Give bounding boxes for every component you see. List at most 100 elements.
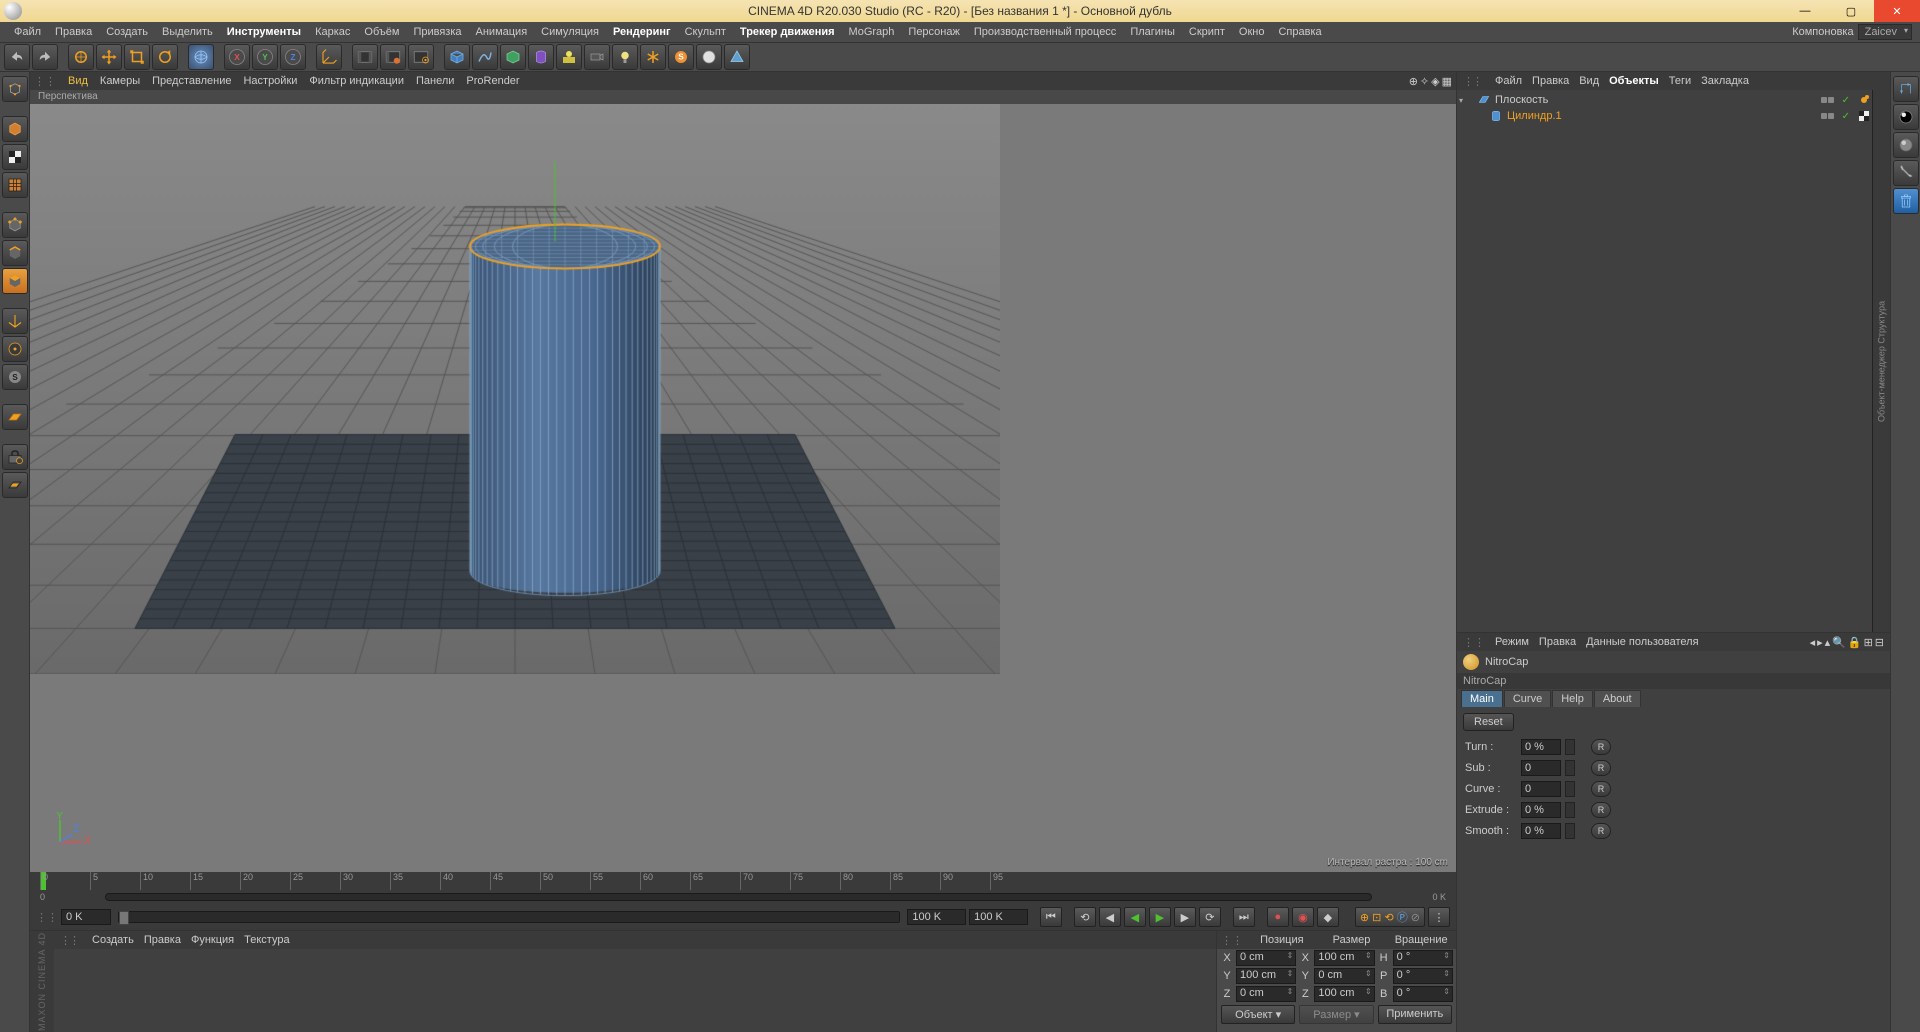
options-button[interactable]: ⋮	[1428, 907, 1450, 927]
spinner[interactable]	[1565, 760, 1575, 776]
om-menu-4[interactable]: Теги	[1669, 75, 1691, 87]
attr-new-icon[interactable]: ⊞	[1864, 636, 1873, 649]
lock-button[interactable]	[2, 444, 28, 470]
om-menu-5[interactable]: Закладка	[1701, 75, 1749, 87]
tag-icon[interactable]	[1858, 94, 1870, 106]
attr-nav-up-icon[interactable]: ▴	[1825, 636, 1831, 649]
sphere-orange-button[interactable]: S	[668, 44, 694, 70]
nav-button[interactable]	[1893, 76, 1919, 102]
param-input-4[interactable]: 0 %	[1521, 823, 1561, 839]
size-mode-dropdown[interactable]: Размер ▾	[1299, 1005, 1373, 1024]
polygon-mode-button[interactable]	[2, 268, 28, 294]
attr-tab-about[interactable]: About	[1594, 690, 1641, 707]
attr-menu-1[interactable]: Правка	[1539, 636, 1576, 648]
om-menu-0[interactable]: Файл	[1495, 75, 1522, 87]
reset-param-button[interactable]: R	[1591, 760, 1611, 776]
apply-button[interactable]: Применить	[1378, 1005, 1452, 1024]
viewport[interactable]: Интервал растра : 100 cm Y X Z	[30, 104, 1456, 872]
layout-dropdown[interactable]: Zaicev	[1858, 24, 1912, 40]
attr-menu-icon[interactable]: ⊟	[1875, 636, 1884, 649]
mat-menu-3[interactable]: Текстура	[244, 934, 289, 946]
attr-lock-icon[interactable]: 🔒	[1848, 636, 1862, 649]
om-menu-2[interactable]: Вид	[1579, 75, 1599, 87]
y-axis-toggle[interactable]: Y	[252, 44, 278, 70]
uv-mode-button[interactable]	[2, 172, 28, 198]
reset-button[interactable]: Reset	[1463, 713, 1514, 731]
attr-menu-2[interactable]: Данные пользователя	[1586, 636, 1698, 648]
workplane-button[interactable]	[2, 404, 28, 430]
maximize-button[interactable]: ▢	[1828, 0, 1874, 22]
object-item-0[interactable]: ▾ Плоскость ✓	[1459, 92, 1870, 108]
attr-tab-help[interactable]: Help	[1552, 690, 1593, 707]
enable-checkmark[interactable]: ✓	[1842, 111, 1850, 122]
trash-button[interactable]	[1893, 188, 1919, 214]
viewport-tool-icon[interactable]: ⊕	[1409, 75, 1418, 88]
next-key-button[interactable]: ⟳	[1199, 907, 1221, 927]
menu-выделить[interactable]: Выделить	[156, 24, 219, 40]
frame-max-field[interactable]: 100 K	[969, 909, 1028, 925]
param-input-0[interactable]: 0 %	[1521, 739, 1561, 755]
param-input-3[interactable]: 0 %	[1521, 802, 1561, 818]
loop-button[interactable]: ⟲	[1074, 907, 1096, 927]
axis-mode-button[interactable]	[2, 308, 28, 334]
menu-производственный процесс[interactable]: Производственный процесс	[968, 24, 1122, 40]
generator-button[interactable]	[500, 44, 526, 70]
menu-плагины[interactable]: Плагины	[1124, 24, 1181, 40]
rotate-tool[interactable]	[152, 44, 178, 70]
menu-объём[interactable]: Объём	[358, 24, 405, 40]
vp-menu-5[interactable]: Панели	[416, 75, 454, 87]
z-axis-toggle[interactable]: Z	[280, 44, 306, 70]
spinner[interactable]	[1565, 823, 1575, 839]
attr-search-icon[interactable]: 🔍	[1832, 636, 1846, 649]
spinner[interactable]	[1565, 781, 1575, 797]
pos-x-input[interactable]: 0 cm	[1236, 950, 1296, 966]
om-menu-3[interactable]: Объекты	[1609, 75, 1659, 87]
vp-menu-2[interactable]: Представление	[152, 75, 231, 87]
goto-end-button[interactable]: ⏭	[1233, 907, 1255, 927]
reset-param-button[interactable]: R	[1591, 823, 1611, 839]
next-frame-button[interactable]: ▶	[1174, 907, 1196, 927]
mat-menu-2[interactable]: Функция	[191, 934, 234, 946]
menu-привязка[interactable]: Привязка	[407, 24, 467, 40]
menu-симуляция[interactable]: Симуляция	[535, 24, 605, 40]
x-axis-toggle[interactable]: X	[224, 44, 250, 70]
reset-param-button[interactable]: R	[1591, 739, 1611, 755]
attr-nav-fwd-icon[interactable]: ▸	[1817, 636, 1823, 649]
visibility-dots[interactable]	[1821, 113, 1834, 119]
model-mode-button[interactable]	[2, 116, 28, 142]
goto-start-button[interactable]: ⏮	[1040, 907, 1062, 927]
menu-mograph[interactable]: MoGraph	[843, 24, 901, 40]
param-input-1[interactable]: 0	[1521, 760, 1561, 776]
vp-menu-4[interactable]: Фильтр индикации	[309, 75, 404, 87]
om-vertical-tab[interactable]: Объект-менеджер Структура	[1872, 90, 1890, 632]
texture-mode-button[interactable]	[2, 144, 28, 170]
rot-b-input[interactable]: 0 °	[1393, 986, 1453, 1002]
sphere2-button[interactable]	[1893, 132, 1919, 158]
timeline-slider[interactable]	[118, 911, 900, 923]
point-mode-button[interactable]	[2, 212, 28, 238]
viewport-tool-icon[interactable]: ▦	[1442, 75, 1452, 88]
workplane2-button[interactable]	[2, 472, 28, 498]
pos-y-input[interactable]: 100 cm	[1236, 968, 1296, 984]
coord-system-button[interactable]	[316, 44, 342, 70]
prev-frame-button[interactable]: ◀	[1099, 907, 1121, 927]
move-tool[interactable]	[96, 44, 122, 70]
menu-скрипт[interactable]: Скрипт	[1183, 24, 1231, 40]
menu-рендеринг[interactable]: Рендеринг	[607, 24, 677, 40]
pyramid-button[interactable]	[724, 44, 750, 70]
render-settings-button[interactable]	[408, 44, 434, 70]
camera-button[interactable]	[584, 44, 610, 70]
frame-end-field[interactable]: 100 K	[907, 909, 966, 925]
edge-mode-button[interactable]	[2, 240, 28, 266]
tag-icon[interactable]	[1858, 110, 1870, 122]
last-tool-button[interactable]	[188, 44, 214, 70]
timeline-ruler[interactable]: 05101520253035404550556065707580859095	[30, 872, 1456, 890]
reset-param-button[interactable]: R	[1591, 802, 1611, 818]
menu-создать[interactable]: Создать	[100, 24, 154, 40]
spinner[interactable]	[1565, 739, 1575, 755]
vp-menu-0[interactable]: Вид	[68, 75, 88, 87]
object-name[interactable]: Цилиндр.1	[1507, 110, 1817, 122]
menu-правка[interactable]: Правка	[49, 24, 98, 40]
object-mode-dropdown[interactable]: Объект ▾	[1221, 1005, 1295, 1024]
attr-menu-0[interactable]: Режим	[1495, 636, 1529, 648]
